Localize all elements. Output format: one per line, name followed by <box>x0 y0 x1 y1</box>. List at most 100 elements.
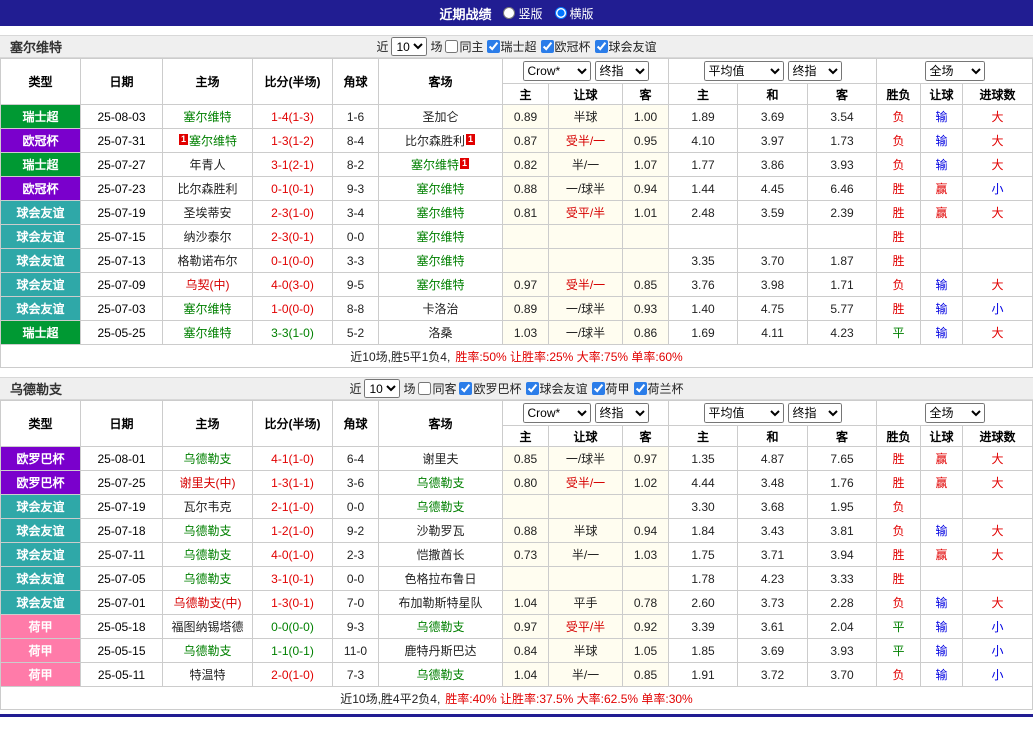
handicap-line <box>548 566 623 591</box>
subcol-outcome: 胜负 <box>876 425 922 447</box>
league-filter[interactable]: 球会友谊 <box>594 38 657 55</box>
team-name-text: 瓦尔韦克 <box>183 500 232 514</box>
bookmaker-select[interactable]: Crow* <box>522 61 591 81</box>
league-filter-checkbox[interactable] <box>540 40 554 53</box>
fulltime-select[interactable]: 全场 <box>924 61 985 81</box>
match-score[interactable]: 3-3(1-0) <box>252 320 333 345</box>
match-score[interactable]: 1-4(1-3) <box>252 104 333 129</box>
euro-draw-odds: 3.86 <box>737 152 809 177</box>
bookmaker-select[interactable]: Crow* <box>522 403 591 423</box>
euro-draw-odds: 3.48 <box>737 470 809 495</box>
league-filter-checkbox[interactable] <box>591 382 605 395</box>
league-badge: 球会友谊 <box>0 272 81 297</box>
league-filter-checkbox[interactable] <box>525 382 539 395</box>
match-score[interactable]: 3-1(2-1) <box>252 152 333 177</box>
subcol-euro-home: 主 <box>668 425 739 447</box>
result-handicap: 赢 <box>920 542 964 567</box>
handicap-home-odds <box>502 494 549 519</box>
euro-final-select[interactable]: 终指 <box>787 403 842 423</box>
league-badge: 瑞士超 <box>0 152 81 177</box>
match-score[interactable]: 0-1(0-1) <box>252 176 333 201</box>
fulltime-select[interactable]: 全场 <box>924 403 985 423</box>
handicap-line <box>548 224 623 249</box>
away-team: 鹿特丹斯巴达 <box>378 638 503 663</box>
euro-home-odds: 4.10 <box>668 128 739 153</box>
handicap-home-odds: 0.89 <box>502 296 549 321</box>
same-venue-checkbox[interactable] <box>418 382 432 395</box>
handicap-odds-header: Crow* 终指 <box>501 58 670 84</box>
match-score[interactable]: 1-3(1-2) <box>252 128 333 153</box>
match-score[interactable]: 1-2(1-0) <box>252 518 333 543</box>
layout-vertical-radio[interactable]: 竖版 <box>503 5 543 22</box>
euro-away-odds: 6.46 <box>807 176 878 201</box>
vertical-radio-input[interactable] <box>503 7 516 19</box>
same-venue-filter[interactable]: 同主 <box>445 38 484 55</box>
match-score[interactable]: 0-1(0-0) <box>252 248 333 273</box>
col-header-score: 比分(半场) <box>252 58 333 105</box>
euro-avg-select[interactable]: 平均值 <box>703 403 784 423</box>
match-score[interactable]: 4-1(1-0) <box>252 446 333 471</box>
handicap-home-odds: 1.04 <box>502 590 549 615</box>
handicap-home-odds: 0.97 <box>502 614 549 639</box>
league-filter-checkbox[interactable] <box>633 382 647 395</box>
corner-score: 3-4 <box>332 200 379 225</box>
layout-horizontal-radio[interactable]: 横版 <box>554 5 594 22</box>
league-filter[interactable]: 球会友谊 <box>525 380 588 397</box>
same-venue-checkbox[interactable] <box>445 40 459 53</box>
home-team: 乌德勒支 <box>162 542 253 567</box>
match-score[interactable]: 1-1(0-1) <box>252 638 333 663</box>
result-handicap: 输 <box>920 614 964 639</box>
result-handicap: 输 <box>920 590 964 615</box>
handicap-final-select[interactable]: 终指 <box>594 61 649 81</box>
match-score[interactable]: 2-0(1-0) <box>252 662 333 687</box>
subcol-handicap-away: 客 <box>621 425 670 447</box>
match-count-select[interactable]: 10 <box>364 379 401 398</box>
league-filter[interactable]: 欧冠杯 <box>540 38 591 55</box>
league-filters: 瑞士超 欧冠杯 球会友谊 <box>486 38 657 55</box>
league-filter-checkbox[interactable] <box>594 40 608 53</box>
handicap-away-odds: 1.01 <box>621 200 670 225</box>
match-score[interactable]: 2-3(1-0) <box>252 200 333 225</box>
match-score[interactable]: 2-3(0-1) <box>252 224 333 249</box>
league-filter[interactable]: 瑞士超 <box>486 38 537 55</box>
result-handicap: 赢 <box>920 176 964 201</box>
match-score[interactable]: 0-0(0-0) <box>252 614 333 639</box>
result-goals: 大 <box>962 542 1033 567</box>
match-score[interactable]: 1-3(1-1) <box>252 470 333 495</box>
corner-score: 3-6 <box>332 470 379 495</box>
euro-draw-odds: 3.61 <box>737 614 809 639</box>
match-date: 25-07-18 <box>80 518 163 543</box>
match-date: 25-08-03 <box>80 104 163 129</box>
league-badge: 欧罗巴杯 <box>0 470 81 495</box>
handicap-home-odds: 0.97 <box>502 272 549 297</box>
corner-score: 11-0 <box>332 638 379 663</box>
handicap-home-odds: 0.87 <box>502 128 549 153</box>
league-filter-checkbox[interactable] <box>459 382 473 395</box>
horizontal-radio-input[interactable] <box>554 7 567 19</box>
league-filter[interactable]: 荷兰杯 <box>633 380 684 397</box>
handicap-home-odds: 0.73 <box>502 542 549 567</box>
summary-rates: 胜率:40% 让胜率:37.5% 大率:62.5% 单率:30% <box>445 691 693 706</box>
league-filter-label: 荷兰杯 <box>647 382 684 396</box>
col-header-type: 类型 <box>0 400 81 447</box>
match-score[interactable]: 4-0(1-0) <box>252 542 333 567</box>
handicap-final-select[interactable]: 终指 <box>594 403 649 423</box>
near-label: 近 <box>376 40 389 54</box>
same-venue-filter[interactable]: 同客 <box>418 380 456 397</box>
euro-final-select[interactable]: 终指 <box>787 61 842 81</box>
match-score[interactable]: 1-0(0-0) <box>252 296 333 321</box>
match-score[interactable]: 3-1(0-1) <box>252 566 333 591</box>
subcol-euro-home: 主 <box>668 83 739 105</box>
match-score[interactable]: 2-1(1-0) <box>252 494 333 519</box>
league-filter[interactable]: 欧罗巴杯 <box>459 380 522 397</box>
match-score[interactable]: 1-3(0-1) <box>252 590 333 615</box>
league-badge: 瑞士超 <box>0 320 81 345</box>
match-count-select[interactable]: 10 <box>391 37 428 56</box>
subcol-handicap-home: 主 <box>502 83 549 105</box>
home-team: 塞尔维特 <box>162 296 253 321</box>
league-filter-checkbox[interactable] <box>486 40 500 53</box>
euro-draw-odds: 3.73 <box>737 590 809 615</box>
match-score[interactable]: 4-0(3-0) <box>252 272 333 297</box>
euro-avg-select[interactable]: 平均值 <box>703 61 784 81</box>
league-filter[interactable]: 荷甲 <box>591 380 630 397</box>
